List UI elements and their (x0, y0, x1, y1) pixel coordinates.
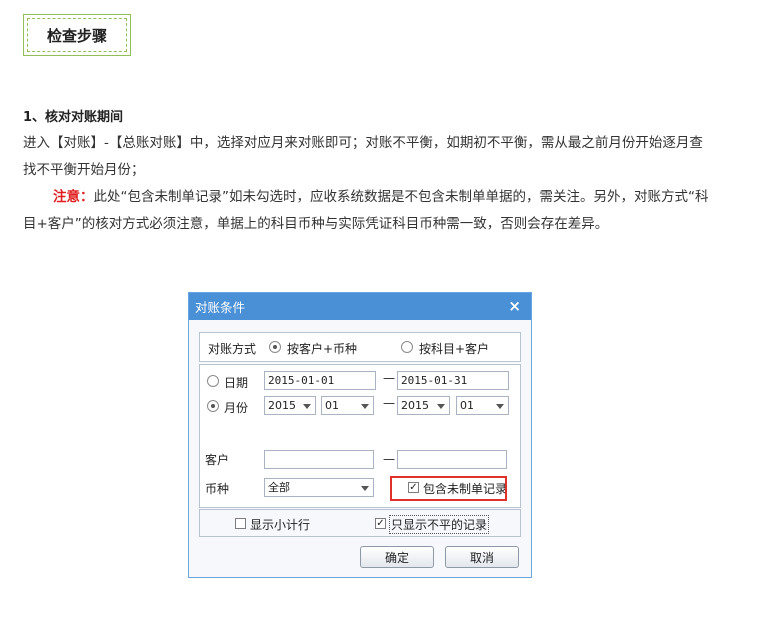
radio-by-subject-customer[interactable] (401, 341, 413, 353)
options-group: 显示小计行 ✓ 只显示不平的记录 (199, 509, 521, 537)
mode-option2-label: 按科目+客户 (419, 342, 490, 356)
chevron-down-icon (361, 404, 369, 409)
cancel-button[interactable]: 取消 (445, 546, 519, 568)
dialog-titlebar: 对账条件 × (189, 293, 531, 320)
only-unbalanced-label: 只显示不平的记录 (389, 515, 490, 534)
heading-box: 检查步骤 (23, 14, 131, 56)
chevron-down-icon (361, 486, 369, 491)
reconcile-dialog: 对账条件 × 对账方式 按客户+币种 按科目+客户 日期 2015-01-01 … (188, 292, 532, 578)
month-to-select[interactable]: 01 (456, 396, 509, 415)
year-to-value: 2015 (401, 399, 429, 412)
month-to-value: 01 (460, 399, 474, 412)
month-separator: — (383, 396, 395, 410)
year-from-select[interactable]: 2015 (264, 396, 316, 415)
date-from-input[interactable]: 2015-01-01 (264, 371, 376, 390)
date-label: 日期 (224, 376, 249, 390)
section-title: 1、核对对账期间 (23, 110, 124, 125)
month-label: 月份 (224, 401, 249, 415)
customer-to-input[interactable] (397, 450, 507, 469)
year-to-select[interactable]: 2015 (397, 396, 450, 415)
currency-select[interactable]: 全部 (264, 478, 374, 497)
customer-label: 客户 (205, 453, 230, 467)
only-unbalanced-checkbox[interactable]: ✓ (375, 518, 386, 529)
currency-label: 币种 (205, 482, 230, 496)
date-to-input[interactable]: 2015-01-31 (397, 371, 509, 390)
warning-text: 此处“包含未制单记录”如未勾选时，应收系统数据是不包含未制单单据的，需关注。另外… (23, 189, 709, 232)
date-separator: — (383, 371, 395, 385)
mode-label: 对账方式 (208, 342, 257, 356)
radio-by-customer-currency[interactable] (269, 341, 281, 353)
currency-value: 全部 (268, 481, 290, 494)
mode-option1-label: 按客户+币种 (287, 342, 358, 356)
radio-month[interactable] (207, 400, 219, 412)
chevron-down-icon (496, 404, 504, 409)
show-subtotal-checkbox[interactable] (235, 518, 246, 529)
year-from-value: 2015 (268, 399, 296, 412)
ok-button[interactable]: 确定 (360, 546, 434, 568)
customer-separator: — (383, 452, 395, 466)
customer-from-input[interactable] (264, 450, 374, 469)
paragraph-1: 进入【对账】-【总账对账】中，选择对应月来对账即可；对账不平衡，如期初不平衡，需… (23, 135, 703, 178)
heading: 检查步骤 (27, 18, 127, 52)
show-subtotal-label: 显示小计行 (250, 518, 311, 532)
warning-label: 注意： (53, 189, 94, 205)
highlight-box (390, 476, 507, 501)
month-from-value: 01 (325, 399, 339, 412)
paragraph-2: 注意：此处“包含未制单记录”如未勾选时，应收系统数据是不包含未制单单据的，需关注… (23, 184, 713, 238)
mode-group: 对账方式 按客户+币种 按科目+客户 (199, 332, 521, 362)
close-icon[interactable]: × (508, 297, 521, 315)
month-from-select[interactable]: 01 (321, 396, 374, 415)
chevron-down-icon (437, 404, 445, 409)
chevron-down-icon (303, 404, 311, 409)
radio-date[interactable] (207, 375, 219, 387)
dialog-title: 对账条件 (195, 300, 246, 315)
